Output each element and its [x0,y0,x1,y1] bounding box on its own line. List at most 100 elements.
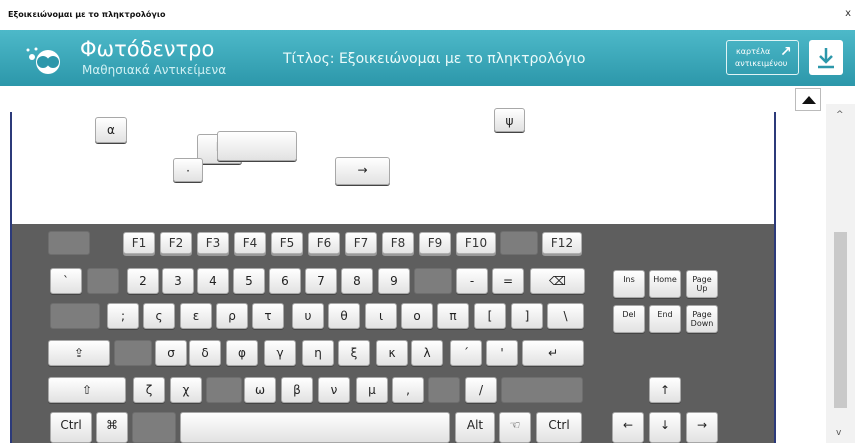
key-blank [87,268,119,294]
key-accent[interactable]: ΄ [450,340,482,366]
key-blank [206,377,242,403]
key-nu[interactable]: ν [318,377,350,403]
key-7[interactable]: 7 [305,268,337,294]
key-gamma[interactable]: γ [264,340,296,366]
key-rho[interactable]: ρ [216,303,248,329]
key-theta[interactable]: θ [328,303,360,329]
brand-title: Φωτόδεντρο [80,37,215,61]
key-command[interactable]: ⌘ [96,412,128,443]
key-tau[interactable]: τ [252,303,284,329]
key-end[interactable]: End [649,305,681,333]
key-omicron[interactable]: ο [401,303,433,329]
key-sigma[interactable]: σ [155,340,187,366]
key-backtick[interactable]: ` [50,268,82,294]
key-zeta[interactable]: ζ [133,377,165,403]
key-f10[interactable]: F10 [456,232,496,254]
draggable-key-blank[interactable] [217,131,297,161]
key-left-bracket[interactable]: [ [474,303,506,329]
key-2[interactable]: 2 [127,268,159,294]
window-title: Εξοικειώνομαι με το πληκτρολόγιο [8,10,166,19]
draggable-key-dot[interactable]: · [173,158,203,182]
key-beta[interactable]: β [281,377,313,403]
key-f12[interactable]: F12 [542,232,582,254]
key-blank [414,268,452,294]
key-semicolon[interactable]: ; [107,303,139,329]
key-insert[interactable]: Ins [613,270,645,298]
scroll-down-icon[interactable]: v [836,428,841,438]
key-9[interactable]: 9 [378,268,410,294]
key-f2[interactable]: F2 [160,232,192,254]
key-page-up[interactable]: Page Up [686,270,718,298]
key-omega[interactable]: ω [244,377,276,403]
card-button-label: καρτέλα [736,47,771,56]
key-final-sigma[interactable]: ς [143,303,175,329]
key-f6[interactable]: F6 [308,232,340,254]
close-icon[interactable]: x [845,8,851,19]
key-f8[interactable]: F8 [382,232,414,254]
key-f5[interactable]: F5 [271,232,303,254]
key-alt[interactable]: Alt [455,412,495,443]
key-minus[interactable]: - [456,268,488,294]
key-delete[interactable]: Del [613,305,645,333]
key-arrow-left[interactable]: ← [612,412,644,443]
key-8[interactable]: 8 [341,268,373,294]
key-blank [500,231,538,255]
key-upsilon[interactable]: υ [292,303,324,329]
key-home[interactable]: Home [649,270,681,298]
key-kappa[interactable]: κ [376,340,408,366]
key-enter[interactable]: ↵ [522,340,584,366]
key-chi[interactable]: χ [170,377,202,403]
key-backspace[interactable]: ⌫ [530,268,585,294]
key-f1[interactable]: F1 [123,232,155,254]
scroll-top-button[interactable] [795,88,821,111]
key-f4[interactable]: F4 [234,232,266,254]
key-f9[interactable]: F9 [419,232,451,254]
key-page-down[interactable]: Page Down [686,305,718,333]
key-3[interactable]: 3 [162,268,194,294]
key-blank [501,377,583,403]
scroll-up-icon[interactable]: ^ [836,110,844,120]
key-iota[interactable]: ι [365,303,397,329]
key-arrow-right[interactable]: → [686,412,718,443]
key-arrow-down[interactable]: ↓ [649,412,681,443]
key-5[interactable]: 5 [233,268,265,294]
key-equals[interactable]: = [492,268,524,294]
key-blank [132,412,176,443]
key-mu[interactable]: μ [356,377,388,403]
key-apostrophe[interactable]: ' [486,340,518,366]
key-ctrl-left[interactable]: Ctrl [50,412,92,443]
lesson-title: Τίτλος: Εξοικειώνομαι με το πληκτρολόγιο [283,51,586,67]
object-card-button[interactable]: καρτέλα αντικειμένου ↗ [726,40,799,75]
download-button[interactable] [809,40,843,75]
key-phi[interactable]: φ [226,340,258,366]
key-caps-lock[interactable]: ⇪ [48,340,110,366]
brand-subtitle: Μαθησιακά Αντικείμενα [82,63,227,77]
key-xi[interactable]: ξ [338,340,370,366]
key-6[interactable]: 6 [269,268,301,294]
key-eta[interactable]: η [302,340,334,366]
key-arrow-up[interactable]: ↑ [649,377,681,403]
key-right-bracket[interactable]: ] [511,303,543,329]
key-delta[interactable]: δ [189,340,221,366]
draggable-key-psi[interactable]: ψ [494,108,525,132]
vertical-scrollbar[interactable]: ^ v [826,104,855,443]
key-comma[interactable]: , [392,377,424,403]
key-shift[interactable]: ⇧ [48,377,126,403]
key-backslash[interactable]: \ [547,303,584,329]
photodentro-logo [26,47,60,74]
key-epsilon[interactable]: ε [180,303,212,329]
key-pi[interactable]: π [437,303,469,329]
key-f3[interactable]: F3 [197,232,229,254]
key-space[interactable] [180,412,450,443]
draggable-key-alpha[interactable]: α [95,117,127,143]
key-ctrl-right[interactable]: Ctrl [536,412,582,443]
scrollbar-thumb[interactable] [834,232,847,408]
app-window: Εξοικειώνομαι με το πληκτρολόγιο x Φωτόδ… [0,0,855,443]
key-f7[interactable]: F7 [345,232,377,254]
key-4[interactable]: 4 [197,268,229,294]
key-menu[interactable]: ☜ [499,412,531,443]
key-lambda[interactable]: λ [411,340,443,366]
key-blank [48,231,90,255]
draggable-key-tab[interactable]: → [335,157,390,185]
key-slash[interactable]: / [465,377,497,403]
